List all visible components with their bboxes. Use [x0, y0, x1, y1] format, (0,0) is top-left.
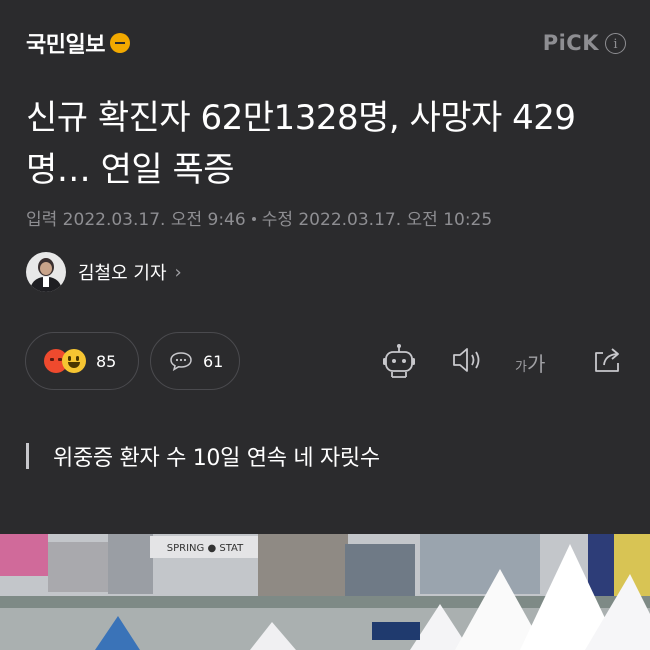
- building-sign: SPRING ● STAT: [167, 543, 244, 554]
- published-time: 입력 2022.03.17. 오전 9:46: [26, 210, 246, 230]
- info-icon[interactable]: i: [605, 32, 626, 54]
- brand-name: 국민일보: [26, 33, 105, 58]
- comment-bubble-icon: [170, 352, 192, 371]
- separator-dot: [251, 216, 256, 221]
- subheading-bar: [26, 443, 29, 469]
- pick-badge[interactable]: PiCK i: [543, 31, 626, 55]
- happy-emoji-icon: [62, 349, 86, 373]
- font-small-label: 가: [515, 360, 527, 375]
- article-title: 신규 확진자 62만1328명, 사망자 429명… 연일 폭증: [26, 98, 576, 190]
- article-photo[interactable]: SPRING ● STAT: [0, 534, 650, 650]
- share-icon[interactable]: [590, 343, 624, 377]
- comment-button[interactable]: 61: [150, 332, 240, 390]
- pick-label: PiCK: [542, 31, 599, 55]
- avatar: [26, 252, 66, 292]
- font-size-icon[interactable]: 가가: [515, 348, 545, 377]
- photo-illustration: SPRING ● STAT: [0, 534, 650, 650]
- modified-time: 수정 2022.03.17. 오전 10:25: [261, 210, 493, 230]
- robot-icon[interactable]: [380, 343, 418, 381]
- font-big-label: 가: [526, 352, 546, 376]
- reaction-button[interactable]: 85: [25, 332, 139, 390]
- app-header: 국민일보 PiCK i: [0, 0, 650, 90]
- author-link[interactable]: 김철오 기자 ›: [26, 252, 182, 292]
- article-subheading: 위중증 환자 수 10일 연속 네 자릿수: [26, 440, 380, 472]
- author-name: 김철오 기자: [78, 263, 167, 284]
- article-timestamps: 입력 2022.03.17. 오전 9:46 수정 2022.03.17. 오전 …: [26, 205, 492, 230]
- chevron-right-icon: ›: [174, 261, 182, 283]
- reaction-count: 85: [96, 351, 117, 371]
- comment-count: 61: [203, 351, 224, 371]
- brand-logo[interactable]: 국민일보: [26, 27, 130, 59]
- subheading-text: 위중증 환자 수 10일 연속 네 자릿수: [53, 446, 380, 471]
- speaker-icon[interactable]: [450, 343, 484, 377]
- brand-logo-icon: [109, 33, 130, 53]
